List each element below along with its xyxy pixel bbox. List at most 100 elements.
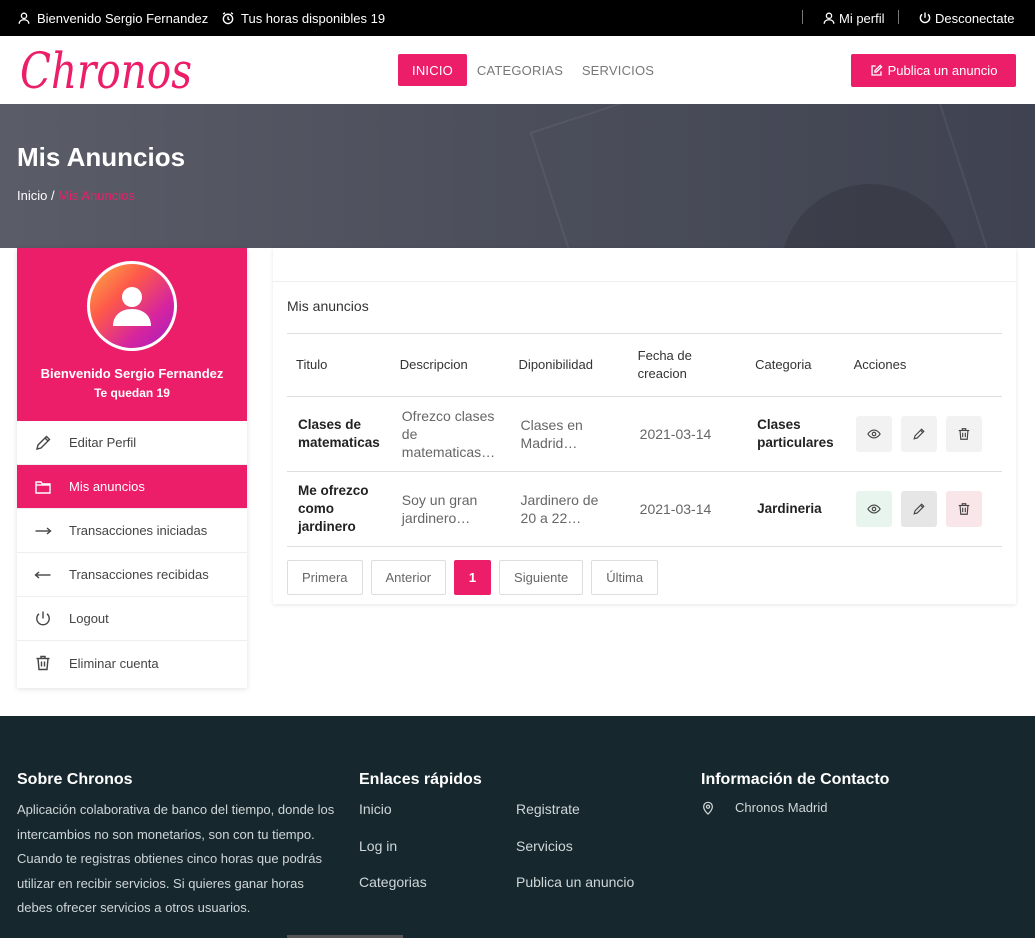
chronos-logo[interactable]: Chronos <box>18 44 198 102</box>
ad-category: Clases particulares <box>746 396 845 472</box>
hours-info: Tus horas disponibles 19 <box>221 0 385 36</box>
nav-categories[interactable]: CATEGORIAS <box>476 54 564 86</box>
top-bar: Bienvenido Sergio Fernandez Tus horas di… <box>0 0 1035 36</box>
ad-created-date: 2021-03-14 <box>628 396 747 472</box>
edit-square-icon <box>870 64 883 76</box>
divider <box>273 281 1016 282</box>
avatar <box>87 261 177 351</box>
ad-title: Clases de matematicas <box>287 396 391 472</box>
user-icon <box>18 12 30 24</box>
footer-link-home[interactable]: Inicio <box>359 801 392 817</box>
footer-about-text: Aplicación colaborativa de banco del tie… <box>17 802 335 915</box>
previous-page-button[interactable]: Anterior <box>370 560 447 595</box>
sidebar-remaining-hours: Te quedan 19 <box>94 386 170 400</box>
column-header: Acciones <box>844 333 1002 397</box>
table-header-row: Titulo Descripcion Diponibilidad Fecha d… <box>287 333 1002 397</box>
folder-icon <box>35 480 51 494</box>
footer-link-categories[interactable]: Categorias <box>359 874 427 890</box>
view-ad-button[interactable] <box>855 416 892 452</box>
sidebar-item-label: Transacciones iniciadas <box>69 523 208 538</box>
main-navbar: Chronos INICIO CATEGORIAS SERVICIOS Publ… <box>0 36 1035 104</box>
power-icon <box>36 611 50 625</box>
trash-icon <box>958 503 969 515</box>
arrow-right-icon <box>35 526 52 535</box>
nav-home[interactable]: INICIO <box>398 54 467 86</box>
sidebar-item-my-ads[interactable]: Mis anuncios <box>17 465 247 509</box>
ad-description: Ofrezco clases de matematicas… <box>390 396 510 472</box>
breadcrumb: Inicio / Mis Anuncios <box>17 188 135 203</box>
first-page-button[interactable]: Primera <box>287 560 363 595</box>
sidebar-item-label: Eliminar cuenta <box>69 655 159 671</box>
account-sidebar: Bienvenido Sergio Fernandez Te quedan 19… <box>17 248 247 688</box>
sidebar-item-delete-account[interactable]: Eliminar cuenta <box>17 641 247 685</box>
ad-description: Soy un gran jardinero… <box>390 471 510 547</box>
footer-contact-title: Información de Contacto <box>701 771 890 788</box>
footer-links-title: Enlaces rápidos <box>359 771 482 788</box>
ad-availability: Jardinero de 20 a 22… <box>509 471 629 547</box>
sidebar-welcome: Bienvenido Sergio Fernandez <box>40 366 224 381</box>
arrow-left-icon <box>34 570 51 579</box>
user-silhouette-icon <box>113 287 151 326</box>
current-page-button[interactable]: 1 <box>454 560 492 595</box>
map-pin-icon <box>703 801 713 815</box>
sidebar-item-edit-profile[interactable]: Editar Perfil <box>17 421 247 465</box>
next-page-button[interactable]: Siguiente <box>499 560 584 595</box>
breadcrumb-current: Mis Anuncios <box>58 188 135 203</box>
eye-icon <box>866 504 881 514</box>
profile-link-label: Mi perfil <box>839 10 885 26</box>
logout-link-label: Desconectate <box>935 10 1015 26</box>
site-footer: Sobre Chronos Aplicación colaborativa de… <box>0 716 1035 938</box>
hours-text: Tus horas disponibles 19 <box>241 10 386 26</box>
delete-ad-button[interactable] <box>945 416 982 452</box>
column-header: Diponibilidad <box>509 333 629 397</box>
sidebar-item-label: Mis anuncios <box>69 479 145 494</box>
profile-link[interactable]: Mi perfil <box>822 0 885 36</box>
breadcrumb-home[interactable]: Inicio <box>17 188 47 203</box>
panel-title: Mis anuncios <box>287 298 369 314</box>
footer-link-login[interactable]: Log in <box>359 838 397 854</box>
footer-link-services[interactable]: Servicios <box>516 838 573 854</box>
ad-category: Jardineria <box>746 471 845 547</box>
edit-ad-button[interactable] <box>900 491 937 527</box>
footer-link-publish[interactable]: Publica un anuncio <box>516 874 634 890</box>
sidebar-item-label: Editar Perfil <box>69 435 137 450</box>
footer-link-register[interactable]: Registrate <box>516 801 580 817</box>
table-row: Clases de matematicas Ofrezco clases de … <box>287 396 1002 472</box>
publish-ad-button[interactable]: Publica un anuncio <box>851 54 1016 87</box>
welcome-text: Bienvenido Sergio Fernandez <box>37 10 209 26</box>
delete-ad-button[interactable] <box>945 491 982 527</box>
ad-title: Me ofrezco como jardinero <box>287 471 391 547</box>
logout-link[interactable]: Desconectate <box>918 0 1015 36</box>
user-icon <box>823 12 835 24</box>
ad-actions <box>844 471 1002 547</box>
page-title: Mis Anuncios <box>17 142 186 172</box>
sidebar-item-initiated-transactions[interactable]: Transacciones iniciadas <box>17 509 247 553</box>
column-header: Fecha de creacion <box>628 333 747 397</box>
last-page-button[interactable]: Última <box>591 560 659 595</box>
sidebar-item-logout[interactable]: Logout <box>17 597 247 641</box>
column-header: Categoria <box>746 333 845 397</box>
alarm-clock-icon <box>222 12 234 25</box>
ad-availability: Clases en Madrid… <box>509 396 629 472</box>
view-ad-button[interactable] <box>855 491 892 527</box>
pagination: Primera Anterior 1 Siguiente Última <box>287 560 659 595</box>
pencil-icon <box>36 435 51 450</box>
trash-icon <box>958 428 969 440</box>
table-row: Me ofrezco como jardinero Soy un gran ja… <box>287 471 1002 547</box>
breadcrumb-separator: / <box>50 188 55 203</box>
edit-ad-button[interactable] <box>900 416 937 452</box>
pencil-icon <box>912 503 925 515</box>
welcome-info: Bienvenido Sergio Fernandez <box>17 0 208 36</box>
power-icon <box>919 12 931 24</box>
my-ads-panel: Mis anuncios Titulo Descripcion Diponibi… <box>273 248 1016 604</box>
column-header: Descripcion <box>390 333 510 397</box>
column-header: Titulo <box>287 333 391 397</box>
ad-actions <box>844 396 1002 472</box>
divider <box>898 10 899 24</box>
eye-icon <box>866 429 881 439</box>
svg-text:Chronos: Chronos <box>20 44 192 100</box>
nav-services[interactable]: SERVICIOS <box>580 54 656 86</box>
footer-about-title: Sobre Chronos <box>17 771 133 788</box>
sidebar-item-label: Transacciones recibidas <box>69 567 209 582</box>
sidebar-item-received-transactions[interactable]: Transacciones recibidas <box>17 553 247 597</box>
